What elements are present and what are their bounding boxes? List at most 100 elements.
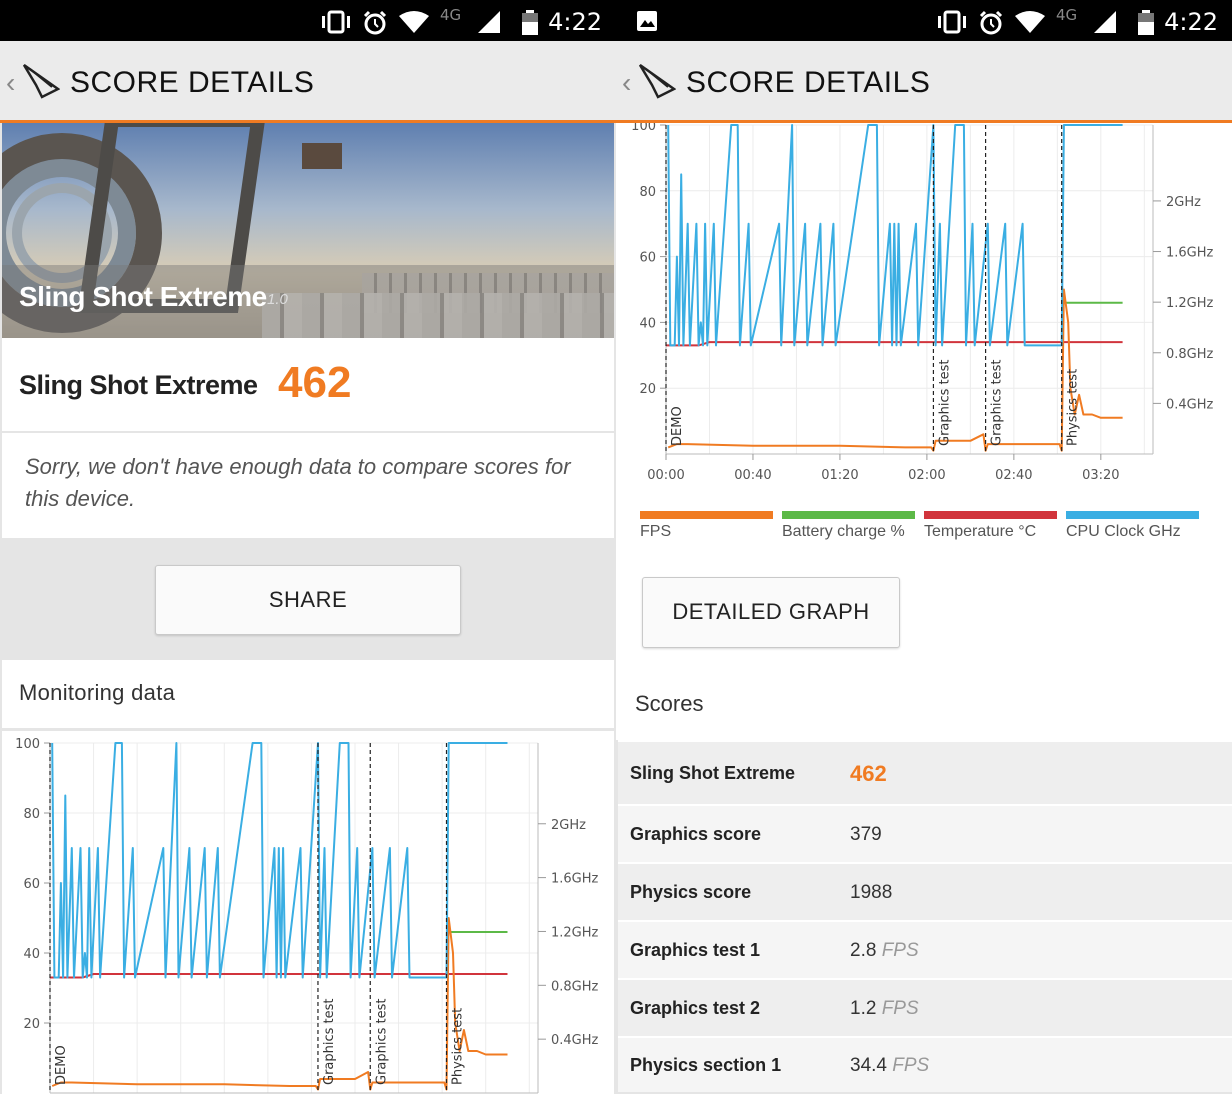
legend-label: FPS [640, 523, 672, 540]
y-tick-label: 60 [639, 251, 656, 266]
compare-message-card: Sorry, we don't have enough data to comp… [2, 433, 614, 538]
left-screen: 4G 4:22 ‹ SCORE DETAILS Sling Shot Extre… [0, 0, 616, 1094]
score-row-label: Graphics score [630, 824, 762, 844]
score-row-value: 1988 [850, 882, 892, 904]
score-row: Graphics score 379 [618, 804, 1232, 862]
phase-marker-label: Graphics test [374, 998, 389, 1085]
x-tick-label: 01:20 [821, 468, 858, 483]
phase-marker-label: DEMO [54, 1045, 69, 1085]
y-tick-label: 40 [23, 947, 40, 962]
phase-marker-label: Physics test [1066, 369, 1081, 446]
y-right-tick-label: 0.4GHz [551, 1033, 599, 1048]
x-tick-label: 02:00 [908, 468, 945, 483]
legend-item: Temperature °C [924, 511, 1057, 541]
score-row-value: 462 [850, 761, 887, 787]
legend-label: Battery charge % [782, 523, 905, 540]
monitoring-chart: 20 40 60 80 100 0.4GHz 0.8GHz 1.2GHz 1.6GHz 2GHz 0… [631, 119, 1214, 483]
overall-score: 462 [278, 358, 352, 407]
3dmark-logo-icon [22, 63, 60, 99]
x-tick-label: 03:20 [1082, 468, 1119, 483]
scores-title: Scores [635, 691, 704, 716]
legend-swatch [1066, 511, 1199, 519]
benchmark-banner: Sling Shot Extreme 1.0 [2, 123, 614, 338]
app-bar: ‹ SCORE DETAILS [0, 41, 616, 121]
score-value-number: 2.8 [850, 940, 877, 961]
monitoring-chart: 20 40 60 80 100 0.4GHz 0.8GHz 1.2GHz 1.6GHz 2GHz D… [15, 737, 599, 1094]
score-row-label: Graphics test 1 [630, 940, 761, 960]
phase-marker-label: DEMO [670, 406, 685, 446]
network-type-label: 4G [440, 6, 462, 24]
score-row-value: 1.2 FPS [850, 998, 919, 1020]
y-tick-label: 80 [639, 185, 656, 200]
page-title: SCORE DETAILS [70, 66, 315, 99]
legend-item: FPS [640, 511, 773, 541]
score-value-unit: FPS [881, 940, 919, 961]
monitoring-header: Monitoring data [2, 660, 614, 728]
score-row: Graphics test 1 2.8 FPS [618, 920, 1232, 978]
score-row-value: 34.4 FPS [850, 1055, 929, 1077]
y-right-tick-label: 0.4GHz [1166, 397, 1214, 412]
score-value-unit: FPS [892, 1055, 930, 1076]
monitoring-chart-card: 20 40 60 80 100 0.4GHz 0.8GHz 1.2GHz 1.6GHz 2GHz D… [2, 731, 614, 1094]
score-row: Graphics test 2 1.2 FPS [618, 978, 1232, 1036]
phase-marker-label: Graphics test [937, 359, 952, 446]
series-line [51, 742, 508, 979]
status-bar: 4G 4:22 [0, 0, 616, 41]
vibrate-icon [322, 10, 350, 34]
y-right-tick-label: 1.6GHz [551, 872, 599, 887]
share-button[interactable]: SHARE [155, 565, 461, 635]
score-row: Sling Shot Extreme 462 [618, 740, 1232, 804]
wifi-icon [1015, 11, 1045, 33]
score-value-number: 1988 [850, 882, 893, 903]
legend-label: CPU Clock GHz [1066, 523, 1181, 540]
scores-table: Sling Shot Extreme 462 Graphics score 379 Ph… [618, 740, 1232, 1092]
battery-icon [1138, 10, 1154, 35]
network-type-label: 4G [1056, 6, 1078, 24]
clock: 4:22 [1164, 8, 1218, 36]
y-right-tick-label: 2GHz [1166, 195, 1201, 210]
signal-icon [478, 11, 500, 33]
x-tick-label: 00:40 [734, 468, 771, 483]
back-arrow-icon[interactable]: ‹ [622, 67, 631, 99]
score-row-label: Physics section 1 [630, 1055, 782, 1075]
legend-item: Battery charge % [782, 511, 915, 541]
score-card: Sling Shot Extreme 462 [2, 338, 614, 431]
legend-label: Temperature °C [924, 523, 1037, 540]
score-value-number: 34.4 [850, 1055, 887, 1076]
score-value-unit: FPS [881, 998, 919, 1019]
status-bar: 4G 4:22 [616, 0, 1232, 41]
scores-header: Scores [616, 674, 1232, 740]
test-name: Sling Shot Extreme [19, 370, 258, 400]
y-right-tick-label: 0.8GHz [551, 979, 599, 994]
clock: 4:22 [548, 8, 602, 36]
legend-swatch [924, 511, 1057, 519]
score-row-label: Physics score [630, 882, 752, 902]
phase-marker-label: Graphics test [322, 998, 337, 1085]
alarm-icon [363, 10, 387, 35]
score-value-number: 462 [850, 761, 887, 786]
y-right-tick-label: 2GHz [551, 818, 586, 833]
app-bar: ‹ SCORE DETAILS [616, 41, 1232, 121]
chart-legend: FPS Battery charge % Temperature °C CPU Clo… [616, 505, 1232, 545]
score-row-label: Graphics test 2 [630, 998, 761, 1018]
y-tick-label: 60 [23, 877, 40, 892]
legend-swatch [640, 511, 773, 519]
x-tick-label: 00:00 [647, 468, 684, 483]
vibrate-icon [938, 10, 966, 34]
score-value-number: 1.2 [850, 998, 877, 1019]
page-title: SCORE DETAILS [686, 66, 931, 99]
battery-icon [522, 10, 538, 35]
y-right-tick-label: 1.2GHz [1166, 296, 1214, 311]
banner-version: 1.0 [267, 291, 288, 308]
y-right-tick-label: 0.8GHz [1166, 347, 1214, 362]
detailed-graph-button[interactable]: DETAILED GRAPH [642, 577, 900, 648]
y-tick-label: 20 [639, 382, 656, 397]
phase-marker-label: Graphics test [990, 359, 1005, 446]
back-arrow-icon[interactable]: ‹ [6, 67, 15, 99]
signal-icon [1094, 11, 1116, 33]
score-value-number: 379 [850, 824, 882, 845]
score-row: Physics score 1988 [618, 862, 1232, 920]
wifi-icon [399, 11, 429, 33]
phase-marker-label: Physics test [451, 1008, 466, 1085]
legend-item: CPU Clock GHz [1066, 511, 1199, 541]
